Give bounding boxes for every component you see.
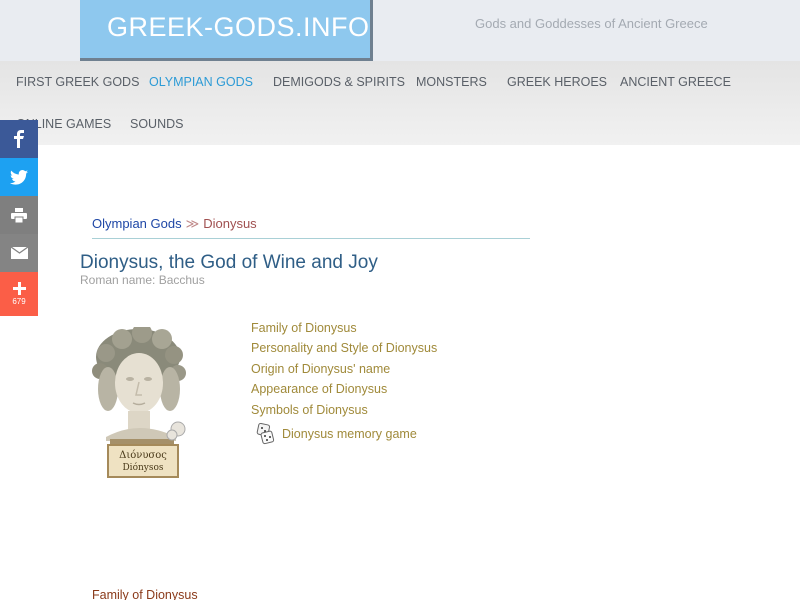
toc-personality-link[interactable]: Personality and Style of Dionysus: [251, 340, 437, 360]
print-button[interactable]: [0, 196, 38, 234]
nav-olympian-gods[interactable]: Olympian Gods: [149, 75, 253, 89]
dice-icon: [256, 423, 275, 445]
plus-icon: [12, 282, 26, 295]
twitter-icon: [10, 169, 28, 185]
toc-origin-link[interactable]: Origin of Dionysus' name: [251, 361, 437, 381]
breadcrumb-current: Dionysus: [203, 216, 257, 231]
toc-family-link[interactable]: Family of Dionysus: [251, 320, 437, 340]
nav-first-greek-gods[interactable]: First Greek Gods: [16, 75, 139, 89]
email-share-button[interactable]: [0, 234, 38, 272]
share-bar: 679: [0, 120, 38, 316]
breadcrumb-olympian-gods[interactable]: Olympian Gods: [92, 216, 182, 231]
nav-monsters[interactable]: Monsters: [416, 75, 487, 89]
breadcrumb: Olympian Gods ≫ Dionysus: [92, 216, 530, 239]
print-icon: [11, 207, 27, 223]
more-share-button[interactable]: 679: [0, 272, 38, 316]
memory-game-link[interactable]: Dionysus memory game: [256, 423, 417, 445]
toc-symbols-link[interactable]: Symbols of Dionysus: [251, 402, 437, 422]
statue-caption-latin: Diónysos: [122, 462, 163, 473]
statue-caption-greek: Διόνυσος: [119, 450, 167, 461]
dionysus-statue-image: Διόνυσος Diónysos: [92, 323, 194, 479]
breadcrumb-separator: ≫: [185, 216, 200, 231]
nav-ancient-greece[interactable]: Ancient Greece: [620, 75, 731, 89]
nav-greek-heroes[interactable]: Greek Heroes: [507, 75, 607, 89]
nav-sounds[interactable]: Sounds: [130, 117, 183, 131]
page-title: Dionysus, the God of Wine and Joy: [80, 252, 378, 273]
site-logo[interactable]: GREEK-GODS.INFO: [80, 0, 373, 61]
twitter-share-button[interactable]: [0, 158, 38, 196]
section-heading-family: Family of Dionysus: [92, 588, 198, 600]
roman-name: Roman name: Bacchus: [80, 273, 205, 287]
table-of-contents: Family of Dionysus Personality and Style…: [251, 320, 437, 422]
memory-game-label: Dionysus memory game: [282, 427, 417, 441]
share-count: 679: [12, 297, 26, 306]
email-icon: [10, 247, 28, 259]
top-bar: GREEK-GODS.INFO Gods and Goddesses of An…: [0, 0, 800, 61]
toc-appearance-link[interactable]: Appearance of Dionysus: [251, 381, 437, 401]
site-tagline: Gods and Goddesses of Ancient Greece: [475, 16, 708, 31]
facebook-icon: [14, 130, 24, 148]
facebook-share-button[interactable]: [0, 120, 38, 158]
main-nav: First Greek Gods Olympian Gods Demigods …: [0, 61, 800, 145]
logo-text: GREEK-GODS.INFO: [107, 12, 370, 42]
nav-demigods-spirits[interactable]: Demigods & Spirits: [273, 75, 405, 89]
